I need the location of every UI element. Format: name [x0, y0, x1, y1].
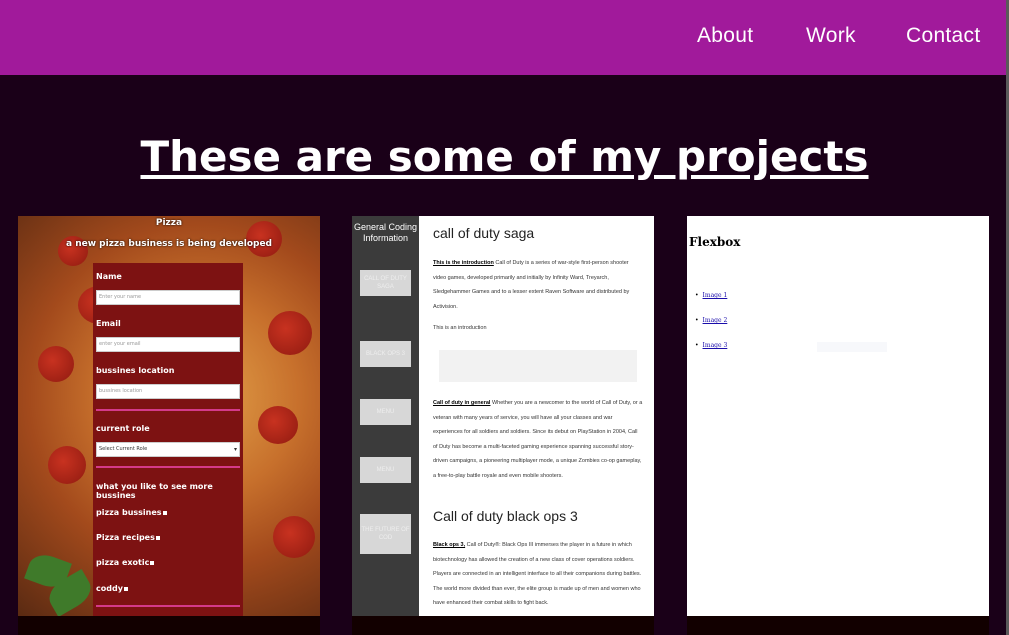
- cod-sidebar: General Coding Information CALL OF DUTY …: [352, 216, 419, 616]
- option-checkbox[interactable]: pizza exotic: [96, 558, 155, 567]
- option-label: pizza exotic: [96, 558, 150, 567]
- general-text: Whether you are a newcomer to the world …: [433, 400, 643, 479]
- form-divider: [96, 605, 240, 607]
- option-checkbox[interactable]: Pizza recipes: [96, 533, 160, 542]
- option-label: coddy: [96, 584, 123, 593]
- nav-about-link[interactable]: About: [697, 24, 753, 48]
- image-link[interactable]: Image 3: [703, 342, 728, 349]
- pepperoni-decoration: [38, 346, 74, 382]
- project-card-pizza[interactable]: Pizza a new pizza business is being deve…: [18, 216, 320, 616]
- card-footer: [687, 616, 989, 635]
- cod-content-box: [439, 350, 637, 382]
- pizza-title: Pizza: [155, 218, 183, 228]
- sidebar-button[interactable]: BLACK OPS 3: [360, 341, 411, 367]
- chevron-down-icon: ▾: [233, 446, 237, 453]
- role-select-value: Select Current Role: [99, 446, 148, 452]
- page-heading: These are some of my projects: [140, 132, 869, 181]
- nav-work-link[interactable]: Work: [806, 24, 856, 48]
- sidebar-button[interactable]: MENU: [360, 399, 411, 425]
- pepperoni-decoration: [273, 516, 315, 558]
- sidebar-button[interactable]: CALL OF DUTY SAGA: [360, 270, 411, 296]
- cod-intro-paragraph: This is the introduction Call of Duty is…: [433, 256, 643, 314]
- email-field[interactable]: enter your email: [96, 337, 240, 352]
- list-item: • Image 3: [695, 342, 728, 349]
- image-link[interactable]: Image 1: [703, 292, 728, 299]
- sidebar-button[interactable]: THE FUTURE OF COD: [360, 514, 411, 554]
- cod-bo3-paragraph: Black ops 3, Call of Duty®: Black Ops II…: [433, 538, 643, 611]
- image-link[interactable]: Image 2: [703, 317, 728, 324]
- pepperoni-decoration: [48, 446, 86, 484]
- nav-contact-link[interactable]: Contact: [906, 24, 980, 48]
- faint-image-placeholder: [817, 342, 887, 352]
- option-checkbox[interactable]: pizza bussines: [96, 508, 167, 517]
- pepperoni-decoration: [258, 406, 298, 444]
- email-label: Email: [96, 319, 121, 328]
- preferences-label: what you like to see more bussines: [96, 482, 213, 500]
- bo3-text: Call of Duty®: Black Ops III immerses th…: [433, 542, 642, 607]
- option-label: pizza bussines: [96, 508, 162, 517]
- form-divider: [96, 466, 240, 468]
- option-label: Pizza recipes: [96, 533, 155, 542]
- form-divider: [96, 409, 240, 411]
- option-checkbox[interactable]: coddy: [96, 584, 128, 593]
- top-navbar: About Work Contact: [0, 0, 1006, 75]
- name-label: Name: [96, 272, 122, 281]
- checkbox-icon[interactable]: [155, 535, 160, 540]
- pepperoni-decoration: [268, 311, 312, 355]
- intro-text: Call of Duty is a series of war-style fi…: [433, 260, 630, 310]
- project-card-flexbox[interactable]: Flexbox • Image 1 • Image 2 • Image 3: [687, 216, 989, 616]
- role-select[interactable]: Select Current Role ▾: [96, 442, 240, 457]
- intro-bold: This is the introduction: [433, 260, 494, 266]
- cod-intro-line: This is an introduction: [433, 325, 487, 331]
- card-footer: [352, 616, 654, 635]
- cod-general-paragraph: Call of duty in general Whether you are …: [433, 396, 643, 484]
- location-label: bussines location: [96, 366, 175, 375]
- general-bold: Call of duty in general: [433, 400, 491, 406]
- sidebar-title: General Coding Information: [353, 222, 418, 243]
- list-item: • Image 1: [695, 292, 728, 299]
- checkbox-icon[interactable]: [150, 560, 155, 565]
- checkbox-icon[interactable]: [123, 586, 128, 591]
- sidebar-button[interactable]: MENU: [360, 457, 411, 483]
- pizza-form: Name Enter your name Email enter your em…: [93, 263, 243, 616]
- cod-title: call of duty saga: [433, 225, 535, 241]
- project-card-cod[interactable]: General Coding Information CALL OF DUTY …: [352, 216, 654, 616]
- card-footer: [18, 616, 320, 635]
- role-label: current role: [96, 424, 150, 433]
- flexbox-title: Flexbox: [689, 235, 741, 249]
- cod-subtitle: Call of duty black ops 3: [433, 508, 578, 524]
- name-field[interactable]: Enter your name: [96, 290, 240, 305]
- checkbox-icon[interactable]: [162, 510, 167, 515]
- list-item: • Image 2: [695, 317, 728, 324]
- bo3-bold: Black ops 3,: [433, 542, 466, 548]
- pizza-subtitle: a new pizza business is being developed: [66, 239, 272, 249]
- location-field[interactable]: bussines location: [96, 384, 240, 399]
